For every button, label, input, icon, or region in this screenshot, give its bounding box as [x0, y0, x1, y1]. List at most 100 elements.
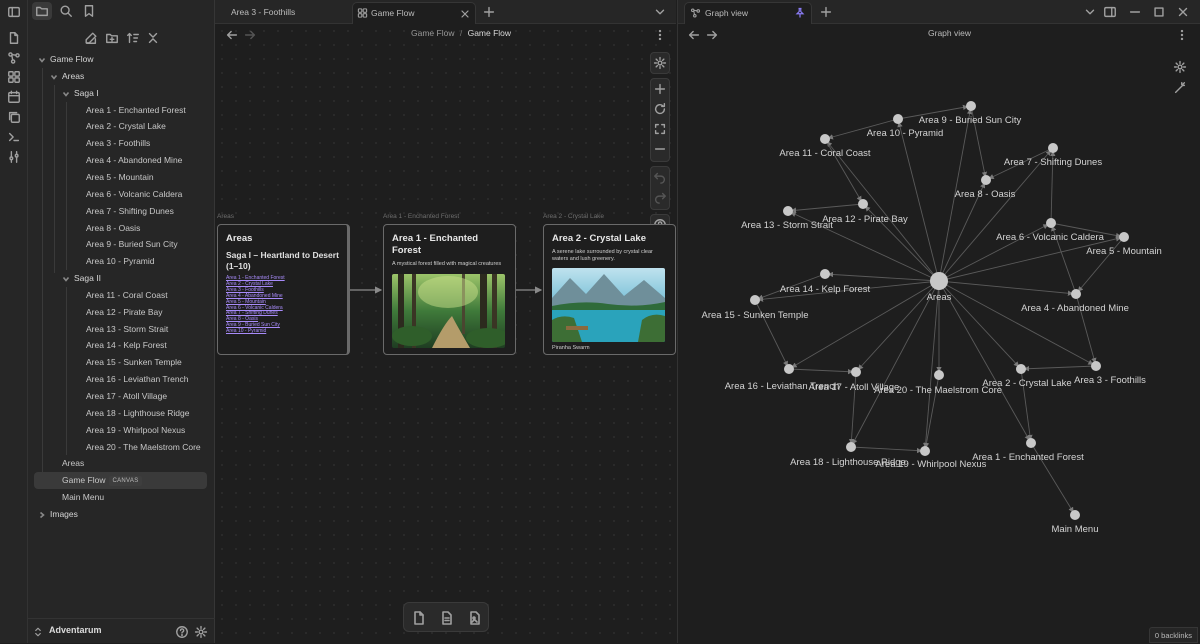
tree-file[interactable]: Area 4 - Abandoned Mine — [82, 152, 182, 169]
tree-file[interactable]: Area 17 - Atoll Village — [82, 388, 167, 405]
tab-graph-view[interactable]: Graph view — [684, 2, 812, 24]
bookmark-icon[interactable] — [81, 3, 97, 19]
chevron-updown-icon[interactable] — [32, 624, 44, 640]
tree-file[interactable]: Area 19 - Whirlpool Nexus — [82, 422, 185, 439]
chevron-right-icon[interactable] — [38, 511, 46, 519]
graph-node[interactable] — [1071, 289, 1081, 299]
tab-list-chevron-icon[interactable] — [652, 4, 668, 20]
graph-node[interactable] — [784, 364, 794, 374]
tree-file[interactable]: Area 6 - Volcanic Caldera — [82, 186, 182, 203]
tree-file[interactable]: Area 9 - Buried Sun City — [82, 236, 178, 253]
sidebar-toggle-icon[interactable] — [6, 4, 22, 20]
graph-node[interactable] — [934, 370, 944, 380]
tree-folder[interactable]: Images — [46, 506, 78, 523]
graph-icon[interactable] — [6, 50, 22, 66]
tab-list-chevron-icon[interactable] — [1082, 4, 1098, 20]
tree-file[interactable]: Area 13 - Storm Strait — [82, 321, 168, 338]
canvas-icon[interactable] — [6, 69, 22, 85]
tree-file[interactable]: Main Menu — [58, 489, 104, 506]
tree-file[interactable]: Areas — [58, 455, 84, 472]
collapse-all-icon[interactable] — [145, 30, 161, 46]
graph-node[interactable] — [966, 101, 976, 111]
tree-file[interactable]: Area 14 - Kelp Forest — [82, 337, 167, 354]
vault-name[interactable]: Adventarum — [49, 625, 102, 635]
new-folder-icon[interactable] — [104, 30, 120, 46]
graph-node[interactable] — [1048, 143, 1058, 153]
copy-icon[interactable] — [6, 109, 22, 125]
tool-icon[interactable] — [6, 149, 22, 165]
tree-folder[interactable]: Saga I — [70, 85, 99, 102]
chevron-down-icon[interactable] — [62, 275, 70, 283]
maximize-icon[interactable] — [1151, 4, 1167, 20]
right-sidebar-toggle-icon[interactable] — [1102, 4, 1118, 20]
terminal-icon[interactable] — [6, 129, 22, 145]
graph-node[interactable] — [750, 295, 760, 305]
graph-node[interactable] — [846, 442, 856, 452]
graph-node[interactable] — [858, 199, 868, 209]
chevron-down-icon[interactable] — [38, 56, 46, 64]
graph-node[interactable] — [1026, 438, 1036, 448]
tree-file[interactable]: Area 2 - Crystal Lake — [82, 118, 166, 135]
graph-node[interactable] — [893, 114, 903, 124]
new-tab-plus-icon[interactable] — [481, 4, 497, 20]
new-note-icon[interactable] — [83, 30, 99, 46]
graph-node[interactable] — [820, 269, 830, 279]
graph-node[interactable] — [851, 367, 861, 377]
graph-node[interactable] — [820, 134, 830, 144]
search-icon[interactable] — [58, 3, 74, 19]
tree-file[interactable]: Area 12 - Pirate Bay — [82, 304, 163, 321]
canvas-card-areas[interactable]: Areas Saga I – Heartland to Desert (1–10… — [217, 224, 350, 355]
help-icon[interactable] — [174, 624, 190, 640]
calendar-icon[interactable] — [6, 89, 22, 105]
tree-file[interactable]: Area 8 - Oasis — [82, 220, 140, 237]
sort-icon[interactable] — [125, 30, 141, 46]
tree-file[interactable]: Area 7 - Shifting Dunes — [82, 203, 174, 220]
folder-icon[interactable] — [32, 2, 52, 20]
tree-file[interactable]: Area 3 - Foothills — [82, 135, 150, 152]
graph-canvas[interactable]: Areas Area 9 - Buried Sun City Area 10 - P… — [678, 24, 1200, 643]
tree-folder[interactable]: Game Flow — [46, 51, 93, 68]
canvas-view[interactable]: Game Flow / Game Flow Areas Area 1 - Enc… — [215, 24, 676, 643]
close-icon[interactable] — [459, 6, 471, 22]
tree-file[interactable]: Area 11 - Coral Coast — [82, 287, 168, 304]
close-window-icon[interactable] — [1175, 4, 1191, 20]
tab-area-3[interactable]: Area 3 - Foothills — [223, 2, 349, 24]
graph-node[interactable] — [981, 175, 991, 185]
vault-switcher[interactable]: Adventarum — [28, 618, 215, 643]
graph-node[interactable] — [920, 446, 930, 456]
indent-guide — [66, 102, 67, 270]
graph-node[interactable] — [930, 272, 948, 290]
tree-file[interactable]: Area 20 - The Maelstrom Core — [82, 439, 201, 456]
tree-file[interactable]: Area 10 - Pyramid — [82, 253, 155, 270]
file-icon[interactable] — [6, 30, 22, 46]
new-tab-plus-icon[interactable] — [818, 4, 834, 20]
chevron-down-icon[interactable] — [50, 73, 58, 81]
graph-node[interactable] — [1046, 218, 1056, 228]
graph-node[interactable] — [1091, 361, 1101, 371]
graph-node[interactable] — [1016, 364, 1026, 374]
minimize-icon[interactable] — [1127, 4, 1143, 20]
tree-file[interactable]: Area 16 - Leviathan Trench — [82, 371, 189, 388]
chevron-down-icon[interactable] — [62, 90, 70, 98]
canvas-card-area1[interactable]: Area 1 - Enchanted Forest A mystical for… — [383, 224, 516, 355]
graph-node[interactable] — [783, 206, 793, 216]
settings-gear-icon[interactable] — [193, 624, 209, 640]
backlinks-count[interactable]: 0 backlinks — [1148, 627, 1198, 643]
tree-file[interactable]: Area 18 - Lighthouse Ridge — [82, 405, 190, 422]
add-media-icon[interactable] — [467, 610, 483, 626]
tree-folder[interactable]: Saga II — [70, 270, 101, 287]
canvas-card-area2[interactable]: Area 2 - Crystal Lake A serene lake surr… — [543, 224, 676, 355]
tab-game-flow[interactable]: Game Flow — [352, 2, 476, 24]
tree-file[interactable]: Game Flow CANVAS — [34, 472, 207, 490]
add-note-icon[interactable] — [439, 610, 455, 626]
tree-file[interactable]: Area 15 - Sunken Temple — [82, 354, 182, 371]
pin-icon[interactable] — [794, 6, 806, 20]
tree-file[interactable]: Area 5 - Mountain — [82, 169, 154, 186]
add-card-file-icon[interactable] — [411, 610, 427, 626]
tree-file[interactable]: Area 1 - Enchanted Forest — [82, 102, 186, 119]
graph-node[interactable] — [1119, 232, 1129, 242]
tree-folder[interactable]: Areas — [58, 68, 84, 85]
graph-node[interactable] — [1070, 510, 1080, 520]
graph-view[interactable]: Graph view Areas Area 9 - Buried Sun City… — [677, 24, 1200, 643]
card-link[interactable]: Area 10 - Pyramid — [226, 328, 339, 335]
